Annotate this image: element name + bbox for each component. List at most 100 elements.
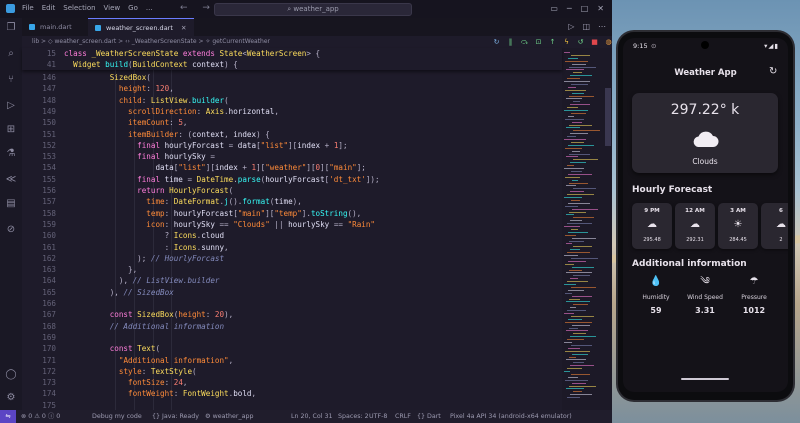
command-center-search[interactable]: ⌕ weather_app (214, 3, 412, 16)
code-line[interactable]: 168 // Additional information (22, 321, 562, 332)
code-line[interactable]: 162 ); // HourlyForcast (22, 253, 562, 264)
code-line[interactable]: 174 fontWeight: FontWeight.bold, (22, 388, 562, 399)
encoding-status[interactable]: UTF-8 (369, 410, 387, 423)
code-line[interactable]: 41 Widget build(BuildContext context) { (22, 59, 562, 70)
lightning-icon[interactable]: ϟ (562, 38, 571, 47)
device-status[interactable]: Pixel 4a API 34 (android-x64 emulator) (450, 410, 572, 423)
more-actions-icon[interactable]: ⋯ (598, 22, 606, 31)
layout-icon[interactable]: ▭ (550, 4, 558, 13)
cursor-position[interactable]: Ln 20, Col 31 (291, 410, 333, 423)
hot-reload-icon[interactable]: ↻ (492, 38, 501, 47)
code-line[interactable]: 170 const Text( (22, 343, 562, 354)
maximize-icon[interactable]: □ (581, 4, 589, 13)
code-editor[interactable]: 146 SizedBox(147 height: 120, 148 child: … (22, 70, 562, 410)
code-line[interactable]: 167 const SizedBox(height: 20), (22, 309, 562, 320)
problems-indicator[interactable]: ⊗ 0 ⚠ 0 ⓘ 0 (21, 410, 60, 423)
close-tab-icon[interactable]: ✕ (181, 24, 186, 32)
hourly-card[interactable]: 9 PM ☁ 295.48 (632, 203, 672, 249)
scrollbar-thumb[interactable] (605, 88, 611, 146)
menu-more[interactable]: ... (146, 4, 153, 12)
code-line[interactable]: 154 data["list"][index + 1]["weather"][0… (22, 162, 562, 173)
search-view-icon[interactable]: ⌕ (5, 48, 17, 60)
step-out-icon[interactable]: ↑ (548, 38, 557, 47)
flutter-icon[interactable]: ≪ (5, 174, 17, 186)
source-control-icon[interactable]: ⑂ (5, 74, 17, 86)
settings-gear-icon[interactable]: ⚙ (5, 392, 17, 404)
indentation-status[interactable]: Spaces: 2 (338, 410, 369, 423)
code-line[interactable]: 158 temp: hourlyForcast["main"]["temp"].… (22, 208, 562, 219)
code-line[interactable]: 156 return HourlyForcast( (22, 185, 562, 196)
info-value: 59 (650, 306, 662, 315)
code-line[interactable]: 155 final time = DateTime.parse(hourlyFo… (22, 174, 562, 185)
hourly-card[interactable]: 12 AM ☁ 292.31 (675, 203, 715, 249)
pause-icon[interactable]: ‖ (506, 38, 515, 47)
debug-status[interactable]: Debug my code (92, 410, 142, 423)
code-line[interactable]: 146 SizedBox( (22, 72, 562, 83)
minimap-line (568, 260, 586, 262)
refresh-icon[interactable]: ↻ (769, 66, 777, 77)
testing-icon[interactable]: ⚗ (5, 148, 17, 160)
vertical-scrollbar[interactable] (604, 48, 612, 410)
line-number: 152 (42, 140, 56, 150)
code-line[interactable]: 169 (22, 332, 562, 343)
code-line[interactable]: 148 child: ListView.builder( (22, 95, 562, 106)
inspect-icon[interactable]: ⊡ (534, 38, 543, 47)
code-line[interactable]: 172 style: TextStyle( (22, 366, 562, 377)
code-line[interactable]: 165 ), // SizedBox (22, 287, 562, 298)
menu-selection[interactable]: Selection (63, 4, 95, 12)
minimize-icon[interactable]: ─ (567, 4, 572, 13)
code-line[interactable]: 161 : Icons.sunny, (22, 242, 562, 253)
code-line[interactable]: 164 ), // ListView.builder (22, 275, 562, 286)
menu-edit[interactable]: Edit (42, 4, 56, 12)
code-line[interactable]: 166 (22, 298, 562, 309)
tab-main-dart[interactable]: main.dart (22, 18, 80, 36)
step-icon[interactable]: ⤼ (520, 38, 529, 47)
app-title: Weather App (674, 68, 737, 78)
code-line[interactable]: 160 ? Icons.cloud (22, 230, 562, 241)
menu-view[interactable]: View (104, 4, 121, 12)
code-line[interactable]: 159 icon: hourlySky == "Clouds" || hourl… (22, 219, 562, 230)
code-line[interactable]: 157 time: DateFormat.j().format(time), (22, 196, 562, 207)
code-line[interactable]: 175 (22, 400, 562, 410)
folder-icon[interactable]: ▤ (5, 198, 17, 210)
window-controls: ▭ ─ □ ✕ (550, 4, 604, 13)
remote-indicator-icon[interactable]: ⇋ (0, 410, 16, 423)
account-icon[interactable]: ◯ (5, 369, 17, 381)
history-nav-arrows[interactable]: ← → (180, 3, 216, 13)
code-line[interactable]: 152 final hourlyForcast = data["list"][i… (22, 140, 562, 151)
language-mode[interactable]: {} Dart (417, 410, 441, 423)
remote-explorer-icon[interactable]: ⊘ (5, 224, 17, 236)
run-icon[interactable]: ▷ (568, 22, 574, 31)
stop-icon[interactable]: ■ (590, 38, 599, 47)
code-line[interactable]: 151 itemBuilder: (context, index) { (22, 129, 562, 140)
restart-icon[interactable]: ↺ (576, 38, 585, 47)
explorer-icon[interactable]: ❐ (5, 22, 17, 34)
run-debug-icon[interactable]: ▷ (5, 100, 17, 112)
code-line[interactable]: 153 final hourlySky = (22, 151, 562, 162)
app-name-status[interactable]: ⚙ weather_app (205, 410, 253, 423)
split-editor-icon[interactable]: ◫ (582, 22, 590, 31)
code-line[interactable]: 149 scrollDirection: Axis.horizontal, (22, 106, 562, 117)
menu-go[interactable]: Go (128, 4, 138, 12)
eol-status[interactable]: CRLF (395, 410, 411, 423)
code-line[interactable]: 147 height: 120, (22, 83, 562, 94)
close-icon[interactable]: ✕ (597, 4, 604, 13)
tab-weather-screen-dart[interactable]: weather_screen.dart ✕ (88, 18, 195, 37)
code-line[interactable]: 171 "Additional information", (22, 355, 562, 366)
java-status[interactable]: {} Java: Ready (152, 410, 199, 423)
devtools-icon[interactable]: ◍ (604, 38, 613, 47)
hourly-card[interactable]: 6 ☁ 2 (761, 203, 788, 249)
code-line[interactable]: 15 class _WeatherScreenState extends Stat… (22, 48, 562, 59)
gesture-nav-bar[interactable] (681, 378, 729, 380)
minimap-line (570, 278, 578, 280)
menu-file[interactable]: File (22, 4, 34, 12)
code-line[interactable]: 150 itemCount: 5, (22, 117, 562, 128)
code-line[interactable]: 163 }, (22, 264, 562, 275)
line-number: 165 (42, 287, 56, 297)
code-line[interactable]: 173 fontSize: 24, (22, 377, 562, 388)
minimap-line (564, 110, 588, 111)
minimap[interactable] (562, 48, 604, 410)
hourly-card[interactable]: 3 AM ☀ 284.45 (718, 203, 758, 249)
minimap-line (566, 272, 592, 274)
extensions-icon[interactable]: ⊞ (5, 124, 17, 136)
